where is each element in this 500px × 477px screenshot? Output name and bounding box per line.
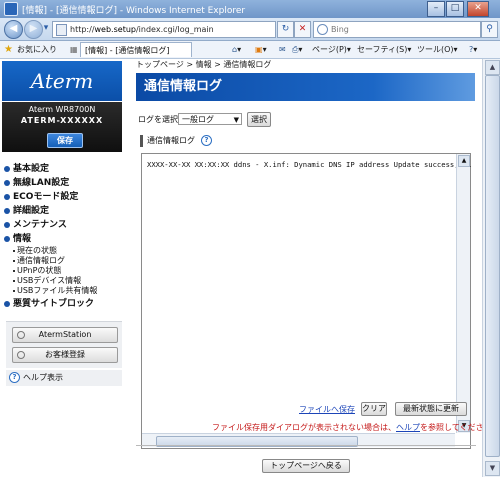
refresh-icon[interactable]: ↻	[277, 21, 294, 38]
model-panel: Aterm WR8700N ATERM-XXXXXX 保存	[2, 102, 122, 152]
tools-menu[interactable]: ツール(O)▾	[417, 41, 458, 58]
aterm-logo: Aterm	[2, 61, 122, 101]
save-button[interactable]: 保存	[47, 133, 83, 148]
window-title: [情報] - [通信情報ログ] - Windows Internet Explo…	[22, 5, 246, 16]
refresh-button[interactable]: 最新状態に更新	[395, 402, 467, 416]
submenu-current-status[interactable]: 現在の状態	[4, 246, 126, 256]
bing-icon	[317, 24, 328, 35]
search-input[interactable]: Bing	[313, 21, 481, 38]
select-button[interactable]: 選択	[247, 112, 271, 127]
bullet-icon	[4, 194, 10, 200]
scroll-up-icon[interactable]: ▲	[485, 60, 500, 75]
tab-title: [情報] - [通信情報ログ]	[85, 46, 170, 55]
menu-wireless-lan[interactable]: 無線LAN設定	[4, 176, 126, 190]
submenu-communication-log[interactable]: 通信情報ログ	[4, 256, 126, 266]
ie-logo-icon	[4, 2, 18, 16]
minimize-button[interactable]: –	[427, 1, 445, 17]
submenu-usb-device-info[interactable]: USBデバイス情報	[4, 276, 126, 286]
favorites-bar: ★ お気に入り ▦ [情報] - [通信情報ログ] ⌂▾ ▣▾ ✉ ⎙▾ ページ…	[0, 41, 500, 59]
menu-advanced-settings[interactable]: 詳細設定	[4, 204, 126, 218]
title-bar: [情報] - [通信情報ログ] - Windows Internet Explo…	[0, 0, 500, 18]
browser-window: [情報] - [通信情報ログ] - Windows Internet Explo…	[0, 0, 500, 477]
menu-info[interactable]: 情報	[4, 232, 126, 246]
question-icon: ?	[9, 372, 20, 383]
submenu-usb-file-sharing[interactable]: USBファイル共有情報	[4, 286, 126, 296]
question-icon[interactable]: ?	[201, 135, 212, 146]
sidebar-links-box: AtermStation お客様登録	[6, 321, 122, 368]
maximize-button[interactable]: □	[446, 1, 464, 17]
feeds-icon[interactable]: ▣▾	[255, 41, 267, 58]
bullet-icon	[4, 301, 10, 307]
page-content: Aterm Aterm WR8700N ATERM-XXXXXX 保存 基本設定…	[0, 59, 482, 477]
sidebar: Aterm Aterm WR8700N ATERM-XXXXXX 保存 基本設定…	[0, 59, 128, 477]
menu-malicious-site-block[interactable]: 悪質サイトブロック	[4, 297, 126, 311]
home-icon[interactable]: ⌂▾	[232, 41, 241, 58]
search-button-icon[interactable]: ⚲	[481, 21, 498, 38]
bullet-icon	[4, 208, 10, 214]
model-name: Aterm WR8700N	[28, 105, 96, 114]
bullet-icon	[4, 236, 10, 242]
address-bar[interactable]: http://web.setup/index.cgi/log_main	[52, 21, 276, 38]
stop-icon[interactable]: ✕	[294, 21, 311, 38]
history-dropdown-icon[interactable]: ▾	[42, 21, 50, 36]
back-button[interactable]: ◀	[4, 20, 23, 39]
scroll-thumb[interactable]	[485, 75, 500, 457]
page-icon	[56, 24, 67, 36]
bullet-icon	[4, 180, 10, 186]
mail-icon[interactable]: ✉	[279, 41, 286, 58]
page-menu[interactable]: ページ(P)▾	[312, 41, 351, 58]
bullet-icon	[4, 222, 10, 228]
page-scrollbar[interactable]: ▲ ▼	[482, 59, 500, 477]
divider	[136, 445, 476, 446]
submenu-upnp-status[interactable]: UPnPの状態	[4, 266, 126, 276]
menu-maintenance[interactable]: メンテナンス	[4, 218, 126, 232]
favorites-button[interactable]: お気に入り	[17, 41, 57, 58]
bullet-icon	[4, 166, 10, 172]
customer-registration-button[interactable]: お客様登録	[12, 347, 118, 363]
page-title: 通信情報ログ	[136, 73, 475, 101]
safety-menu[interactable]: セーフティ(S)▾	[357, 41, 411, 58]
side-menu: 基本設定 無線LAN設定 ECOモード設定 詳細設定 メンテナンス 情報 現在の…	[4, 162, 126, 311]
quick-tabs-icon[interactable]: ▦	[70, 41, 78, 58]
breadcrumb: トップページ > 情報 > 通信情報ログ	[136, 60, 272, 69]
help-display-link[interactable]: ? ヘルプ表示	[6, 370, 122, 386]
circle-icon	[17, 351, 25, 359]
browser-tab[interactable]: [情報] - [通信情報ログ]	[80, 42, 192, 57]
save-to-file-link[interactable]: ファイルへ保存	[299, 404, 355, 415]
log-vertical-scrollbar[interactable]: ▲ ▼	[456, 154, 470, 433]
atermstation-button[interactable]: AtermStation	[12, 327, 118, 343]
circle-icon	[17, 331, 25, 339]
forward-button[interactable]: ▶	[24, 20, 43, 39]
help-icon[interactable]: ?▾	[469, 41, 477, 58]
device-id: ATERM-XXXXXX	[20, 116, 104, 125]
log-select-label: ログを選択	[138, 115, 178, 124]
log-line: XXXX-XX-XX XX:XX:XX ddns - X.inf: Dynami…	[147, 160, 471, 169]
log-type-select[interactable]: 一般ログ ▼	[178, 113, 242, 125]
help-link[interactable]: ヘルプ	[396, 423, 420, 432]
section-title: 通信情報ログ?	[140, 135, 212, 147]
chevron-down-icon: ▼	[233, 116, 239, 124]
menu-eco-mode[interactable]: ECOモード設定	[4, 190, 126, 204]
menu-basic-settings[interactable]: 基本設定	[4, 162, 126, 176]
back-to-top-button[interactable]: トップページへ戻る	[262, 459, 350, 473]
url-text: http://web.setup/index.cgi/log_main	[70, 25, 214, 34]
clear-button[interactable]: クリア	[361, 402, 387, 416]
warning-message: ファイル保存用ダイアログが表示されない場合は、ヘルプを参照してください。	[212, 423, 482, 432]
print-icon[interactable]: ⎙▾	[292, 41, 302, 58]
address-toolbar: ◀ ▶ ▾ http://web.setup/index.cgi/log_mai…	[0, 18, 500, 41]
scroll-down-icon[interactable]: ▼	[485, 461, 500, 476]
close-window-button[interactable]: ✕	[467, 1, 489, 17]
scroll-up-icon[interactable]: ▲	[458, 155, 470, 167]
star-icon: ★	[4, 44, 13, 55]
